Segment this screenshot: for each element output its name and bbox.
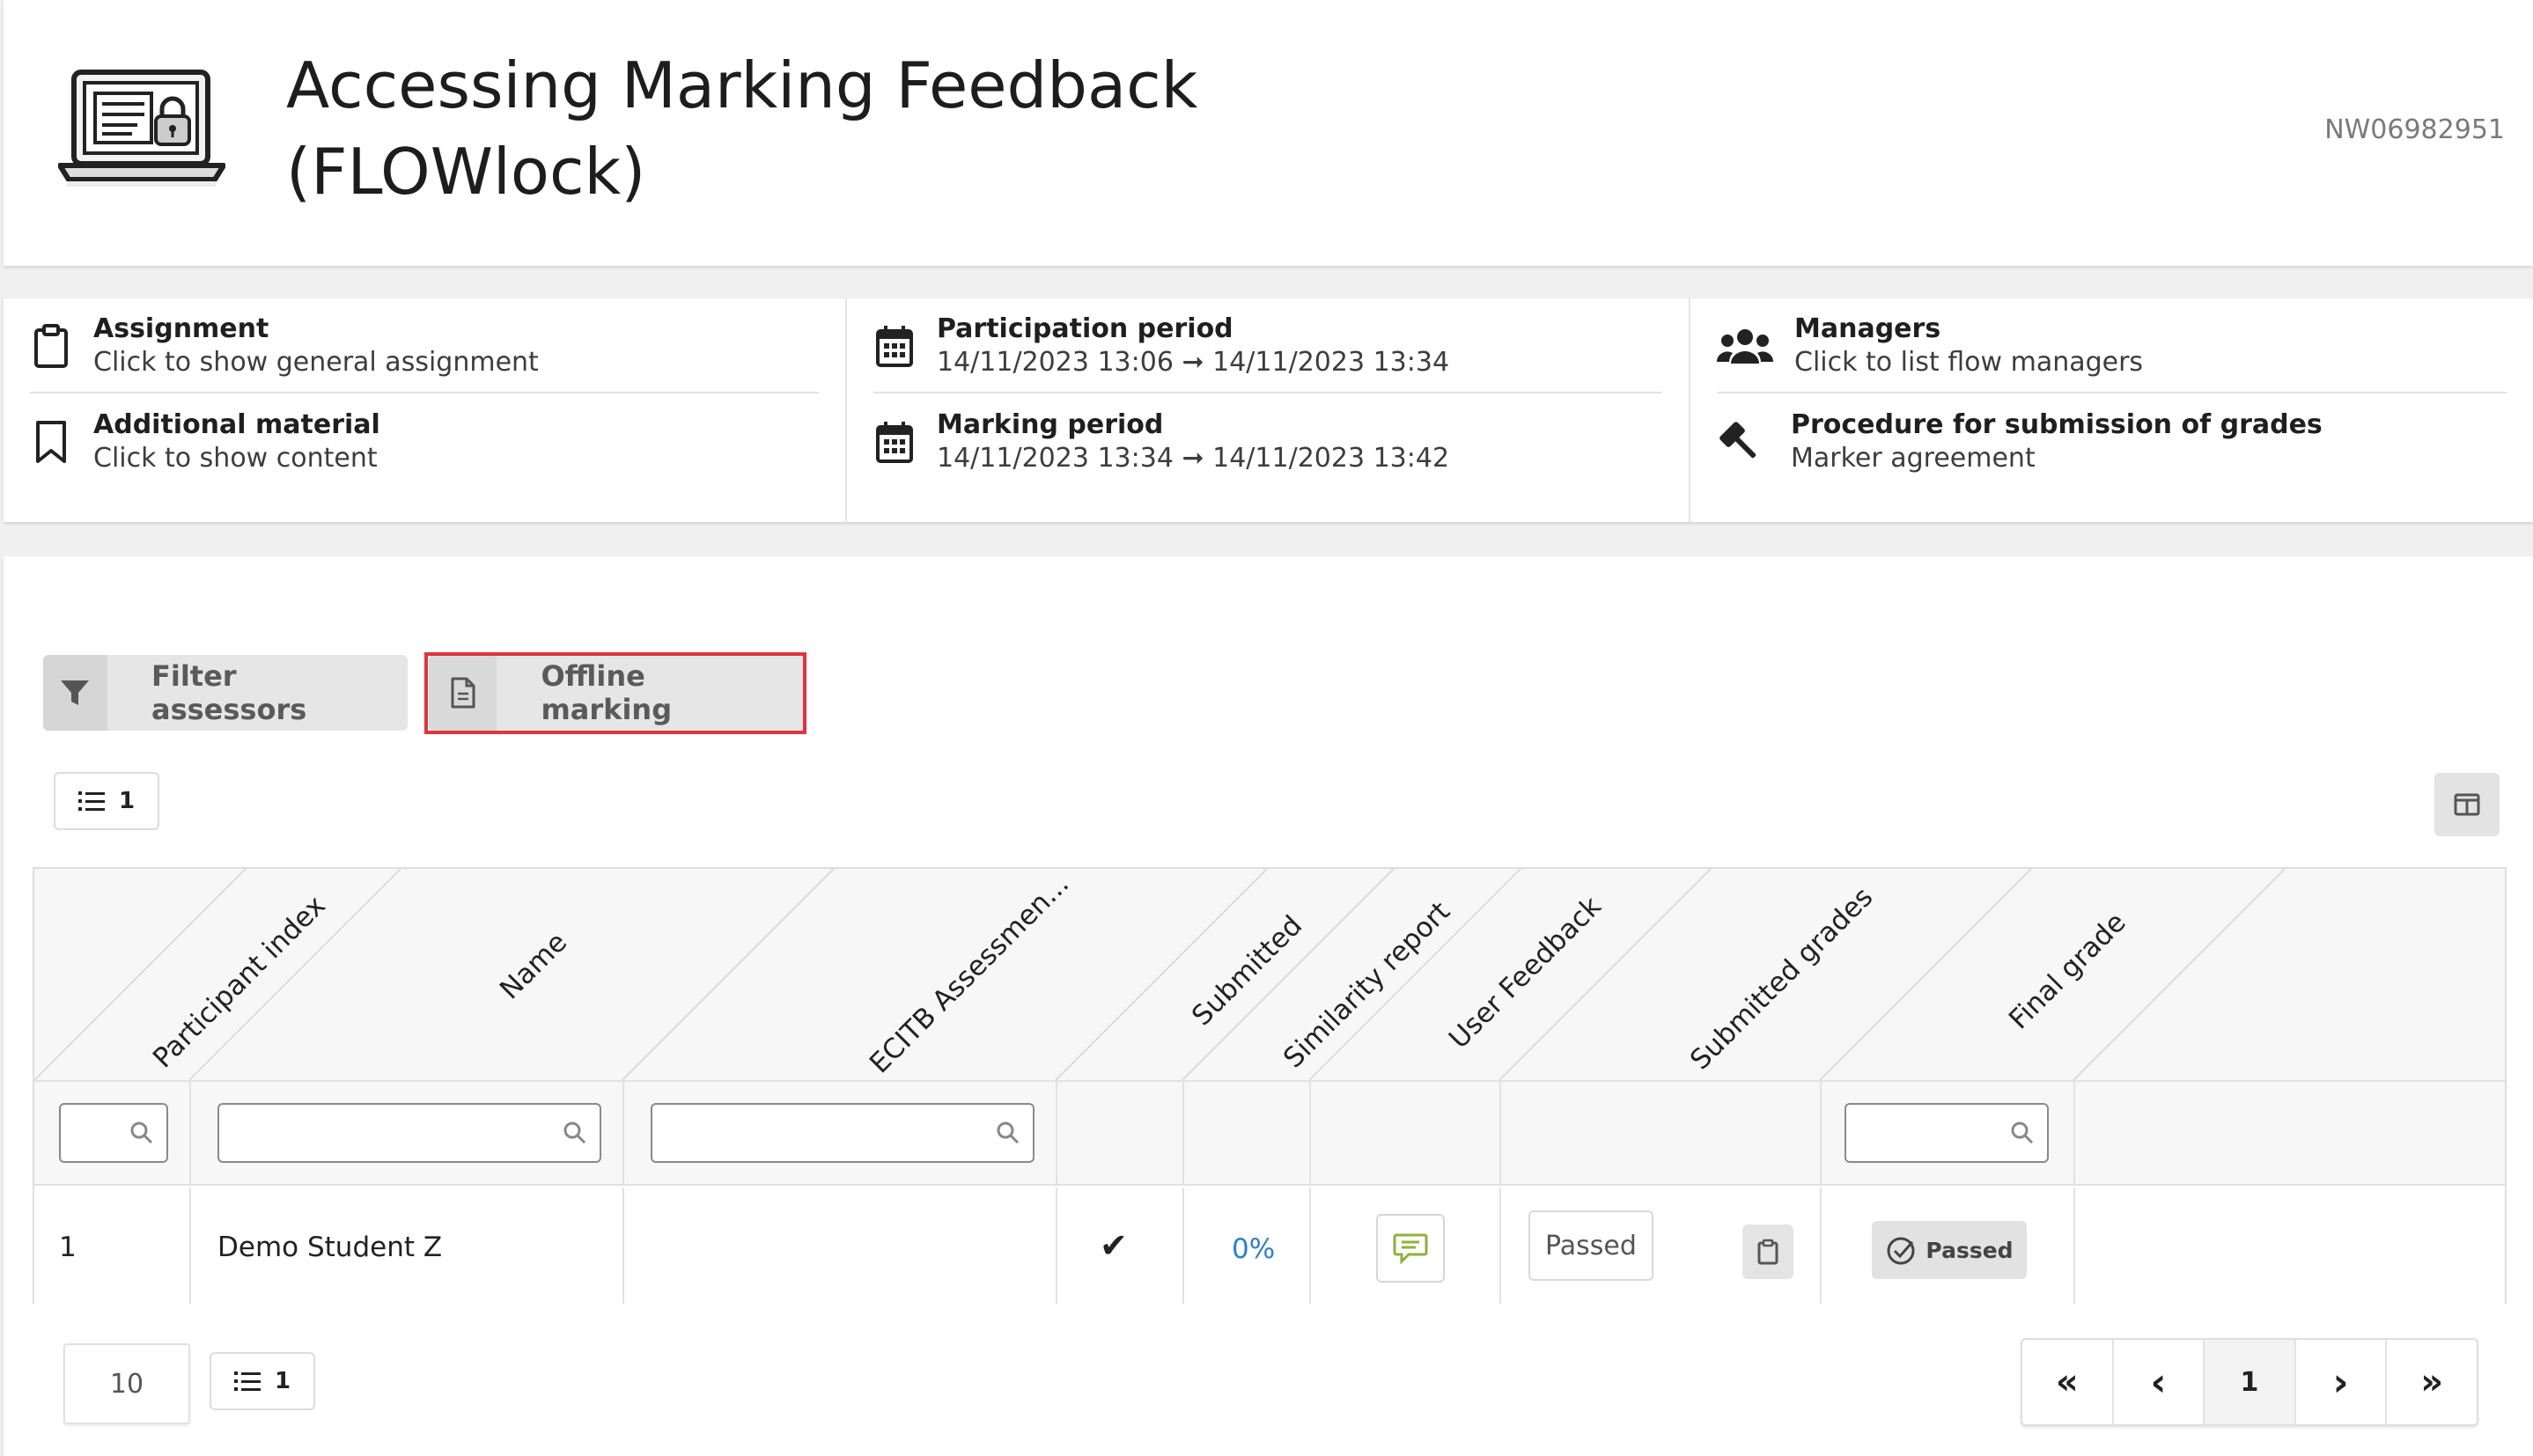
managers-title: Managers [1794, 313, 1941, 344]
info-column-managers: Managers Click to list flow managers Pro… [1690, 298, 2533, 522]
assignment-item[interactable]: Assignment Click to show general assignm… [30, 300, 819, 393]
offline-marking-button[interactable]: Offline marking [429, 655, 806, 731]
gavel-icon [1717, 417, 1763, 467]
assignment-title: Assignment [93, 313, 269, 344]
marking-period-range: 14/11/2023 13:34 ➞ 14/11/2023 13:42 [937, 443, 1450, 474]
info-column-periods: Participation period 14/11/2023 13:06 ➞ … [847, 298, 1690, 522]
list-icon [233, 1371, 261, 1391]
page-title: Accessing Marking Feedback (FLOWlock) [286, 48, 1198, 209]
calendar-icon [873, 321, 916, 371]
procedure-item: Procedure for submission of grades Marke… [1717, 395, 2507, 489]
submitted-grade-value: Passed [1528, 1210, 1653, 1281]
managers-item[interactable]: Managers Click to list flow managers [1717, 300, 2507, 393]
clipboard-icon [30, 321, 72, 371]
calendar-icon [873, 417, 916, 467]
final-grade-label: Passed [1926, 1237, 2014, 1263]
filter-icon [43, 655, 107, 731]
column-layout-button[interactable] [2434, 773, 2500, 836]
submitted-check-icon: ✔ [1100, 1226, 1128, 1265]
users-icon [1717, 321, 1773, 371]
info-column-assignment: Assignment Click to show general assignm… [4, 298, 847, 522]
marking-panel: Filter assessors Offline marking 1 Parti… [4, 556, 2533, 1456]
page-1-button[interactable]: 1 [2205, 1340, 2296, 1424]
final-grade-button[interactable]: Passed [1872, 1221, 2027, 1279]
first-page-button[interactable]: « [2022, 1340, 2114, 1424]
row-count: 1 [118, 788, 136, 814]
page-size-select[interactable]: 10 [63, 1343, 190, 1424]
procedure-title: Procedure for submission of grades [1791, 409, 2323, 440]
user-feedback-button[interactable] [1376, 1214, 1445, 1283]
additional-material-item[interactable]: Additional material Click to show conten… [30, 395, 819, 489]
bookmark-icon [30, 417, 72, 467]
additional-material-subtitle: Click to show content [93, 443, 378, 474]
table-row: 1 Demo Student Z ✔ 0% Passed Passed [34, 1188, 2505, 1304]
filter-assessors-button[interactable]: Filter assessors [43, 655, 408, 731]
prev-page-button[interactable]: ‹ [2114, 1340, 2205, 1424]
row-count-chip: 1 [54, 772, 159, 830]
additional-material-title: Additional material [93, 409, 380, 440]
filter-assessors-label: Filter assessors [151, 659, 307, 726]
marking-period-item: Marking period 14/11/2023 13:34 ➞ 14/11/… [873, 395, 1662, 489]
page-header: Accessing Marking Feedback (FLOWlock) NW0… [4, 0, 2533, 266]
search-icon [563, 1121, 586, 1144]
participation-period-title: Participation period [937, 313, 1233, 344]
procedure-subtitle: Marker agreement [1791, 443, 2036, 474]
last-page-button[interactable]: » [2387, 1340, 2477, 1424]
offline-marking-label: Offline marking [541, 659, 673, 726]
document-icon [429, 655, 497, 731]
final-grade-filter-input[interactable] [1845, 1103, 2049, 1163]
row-count-bottom: 1 [274, 1368, 291, 1394]
managers-subtitle: Click to list flow managers [1794, 347, 2144, 378]
ecitb-filter-input[interactable] [651, 1103, 1035, 1163]
columns-icon [2454, 793, 2480, 816]
header-dividers [34, 869, 2286, 1080]
participation-period-range: 14/11/2023 13:06 ➞ 14/11/2023 13:34 [937, 347, 1450, 378]
list-icon [77, 791, 105, 811]
row-count-chip-bottom: 1 [210, 1352, 315, 1410]
search-icon [130, 1121, 153, 1144]
search-icon [2011, 1121, 2034, 1144]
pagination: « ‹ 1 › » [2021, 1338, 2478, 1426]
search-icon [997, 1121, 1020, 1144]
laptop-lock-icon [58, 70, 225, 187]
participants-table: Participant index Name ECITB Assessmen..… [33, 867, 2507, 1304]
reference-id: NW06982951 [2324, 114, 2505, 145]
participant-index-filter-input[interactable] [59, 1103, 168, 1163]
assignment-subtitle: Click to show general assignment [93, 347, 539, 378]
flow-info-panel: Assignment Click to show general assignm… [4, 298, 2533, 522]
chat-icon [1393, 1233, 1428, 1264]
marking-period-title: Marking period [937, 409, 1164, 440]
clipboard-icon [1757, 1239, 1778, 1265]
view-grade-details-button[interactable] [1742, 1224, 1793, 1279]
similarity-report-link[interactable]: 0% [1232, 1233, 1275, 1265]
table-header: Participant index Name ECITB Assessmen..… [34, 869, 2505, 1080]
check-circle-icon [1887, 1237, 1915, 1265]
table-filter-row [34, 1080, 2505, 1186]
cell-name: Demo Student Z [217, 1232, 443, 1263]
name-filter-input[interactable] [217, 1103, 601, 1163]
next-page-button[interactable]: › [2296, 1340, 2388, 1424]
participation-period-item: Participation period 14/11/2023 13:06 ➞ … [873, 300, 1662, 393]
cell-participant-index: 1 [59, 1232, 77, 1263]
